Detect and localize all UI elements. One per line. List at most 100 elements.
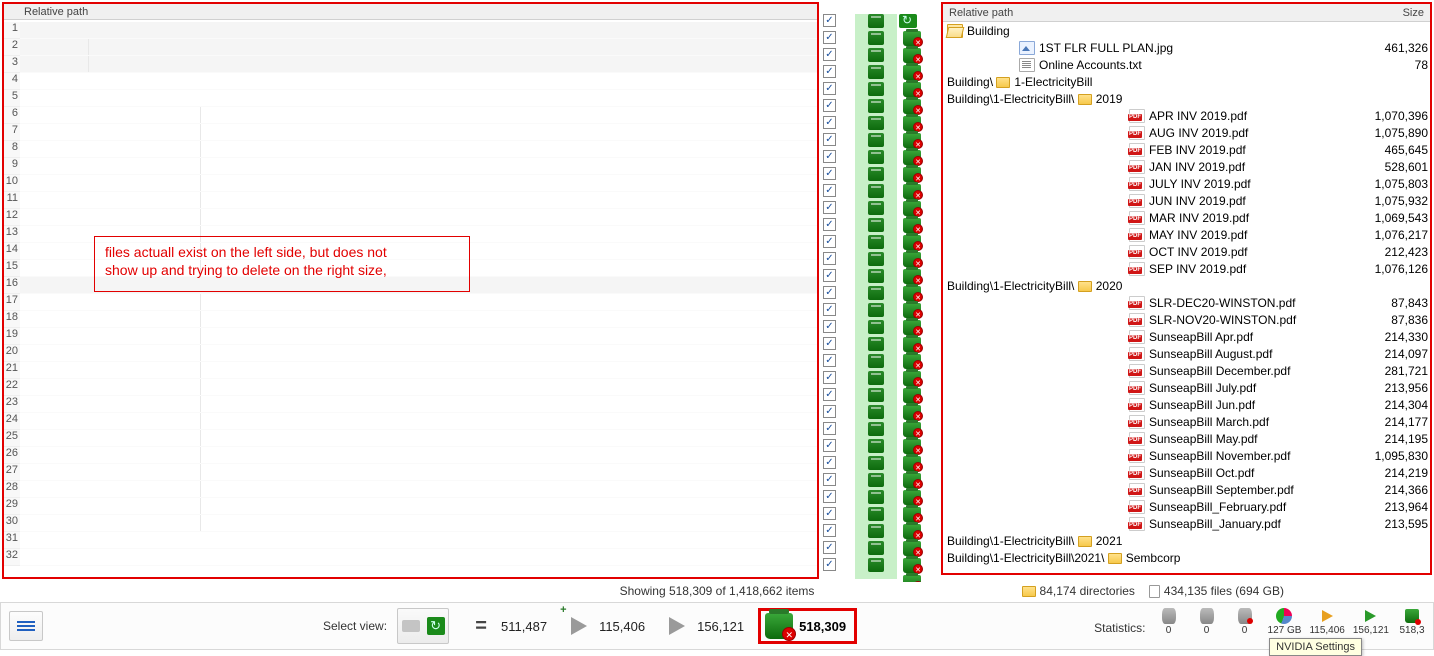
file-row[interactable]: 1ST FLR FULL PLAN.jpg461,326 — [943, 39, 1430, 56]
delete-action-icon[interactable]: ✕ — [903, 167, 921, 182]
row-checkbox[interactable]: ✓ — [823, 235, 836, 248]
row-checkbox[interactable]: ✓ — [823, 218, 836, 231]
file-row[interactable]: MAY INV 2019.pdf1,076,217 — [943, 226, 1430, 243]
file-row[interactable]: AUG INV 2019.pdf1,075,890 — [943, 124, 1430, 141]
row-checkbox[interactable]: ✓ — [823, 286, 836, 299]
row-checkbox[interactable]: ✓ — [823, 269, 836, 282]
left-row[interactable] — [20, 209, 817, 226]
left-grid-body[interactable] — [20, 22, 817, 577]
left-row[interactable] — [20, 175, 817, 192]
filter-equal[interactable]: = 511,487 — [467, 614, 547, 638]
left-row[interactable] — [20, 73, 817, 90]
file-row[interactable]: MAR INV 2019.pdf1,069,543 — [943, 209, 1430, 226]
stat-delete[interactable]: 518,3 — [1397, 607, 1427, 636]
row-checkbox[interactable]: ✓ — [823, 371, 836, 384]
file-row[interactable]: SunseapBill March.pdf214,177 — [943, 413, 1430, 430]
row-checkbox[interactable]: ✓ — [823, 405, 836, 418]
delete-action-icon[interactable]: ✕ — [903, 133, 921, 148]
row-checkbox[interactable]: ✓ — [823, 473, 836, 486]
left-row[interactable] — [20, 56, 817, 73]
left-row[interactable] — [20, 532, 817, 549]
left-column-header[interactable]: Relative path — [4, 4, 817, 20]
row-checkbox[interactable]: ✓ — [823, 388, 836, 401]
delete-action-icon[interactable]: ✕ — [903, 286, 921, 301]
left-row[interactable] — [20, 413, 817, 430]
file-row[interactable]: SunseapBill August.pdf214,097 — [943, 345, 1430, 362]
select-view-toggle[interactable]: ↻ — [397, 608, 449, 644]
folder-row[interactable]: Building\1-ElectricityBill\ 2019 — [943, 90, 1430, 107]
left-row[interactable] — [20, 515, 817, 532]
delete-action-icon[interactable]: ✕ — [903, 490, 921, 505]
row-checkbox[interactable]: ✓ — [823, 48, 836, 61]
stat-copy-new[interactable]: 115,406 — [1309, 607, 1344, 636]
stat-db-2[interactable]: 0 — [1192, 607, 1222, 636]
delete-action-icon[interactable]: ✕ — [903, 48, 921, 63]
stat-db-3[interactable]: 0 — [1230, 607, 1260, 636]
delete-action-icon[interactable]: ✕ — [903, 184, 921, 199]
file-row[interactable]: SunseapBill Oct.pdf214,219 — [943, 464, 1430, 481]
left-row[interactable] — [20, 90, 817, 107]
file-row[interactable]: SunseapBill December.pdf281,721 — [943, 362, 1430, 379]
delete-action-icon[interactable]: ✕ — [903, 269, 921, 284]
delete-action-icon[interactable]: ✕ — [903, 456, 921, 471]
file-row[interactable]: SunseapBill_January.pdf213,595 — [943, 515, 1430, 532]
delete-action-icon[interactable]: ✕ — [903, 235, 921, 250]
row-checkbox[interactable]: ✓ — [823, 354, 836, 367]
row-checkbox[interactable]: ✓ — [823, 116, 836, 129]
file-row[interactable]: JUN INV 2019.pdf1,075,932 — [943, 192, 1430, 209]
folder-row[interactable]: Building — [943, 22, 1430, 39]
row-checkbox[interactable]: ✓ — [823, 303, 836, 316]
left-row[interactable] — [20, 141, 817, 158]
filter-copy-new[interactable]: 115,406 — [565, 614, 645, 638]
left-row[interactable] — [20, 481, 817, 498]
delete-action-icon[interactable]: ✕ — [903, 558, 921, 573]
left-row[interactable] — [20, 447, 817, 464]
left-row[interactable] — [20, 124, 817, 141]
row-checkbox[interactable]: ✓ — [823, 490, 836, 503]
row-checkbox[interactable]: ✓ — [823, 439, 836, 452]
delete-action-icon[interactable]: ✕ — [903, 82, 921, 97]
left-row[interactable] — [20, 39, 817, 56]
left-row[interactable] — [20, 328, 817, 345]
delete-action-icon[interactable]: ✕ — [903, 337, 921, 352]
delete-action-icon[interactable]: ✕ — [903, 116, 921, 131]
delete-action-icon[interactable]: ✕ — [903, 405, 921, 420]
row-checkbox[interactable]: ✓ — [823, 65, 836, 78]
delete-action-icon[interactable]: ✕ — [903, 150, 921, 165]
file-row[interactable]: SunseapBill May.pdf214,195 — [943, 430, 1430, 447]
row-checkbox[interactable]: ✓ — [823, 82, 836, 95]
folder-row[interactable]: Building\1-ElectricityBill\ 2021 — [943, 532, 1430, 549]
left-row[interactable] — [20, 311, 817, 328]
delete-action-icon[interactable]: ✕ — [903, 31, 921, 46]
stat-db-1[interactable]: 0 — [1154, 607, 1184, 636]
row-checkbox[interactable]: ✓ — [823, 14, 836, 27]
row-checkbox[interactable]: ✓ — [823, 456, 836, 469]
file-row[interactable]: SunseapBill_February.pdf213,964 — [943, 498, 1430, 515]
right-column-header[interactable]: Relative path Size — [943, 4, 1430, 22]
file-row[interactable]: OCT INV 2019.pdf212,423 — [943, 243, 1430, 260]
sync-header-icon[interactable] — [899, 14, 917, 28]
delete-action-icon[interactable]: ✕ — [903, 65, 921, 80]
file-row[interactable]: JULY INV 2019.pdf1,075,803 — [943, 175, 1430, 192]
delete-action-icon[interactable]: ✕ — [903, 320, 921, 335]
left-row[interactable] — [20, 362, 817, 379]
row-checkbox[interactable]: ✓ — [823, 99, 836, 112]
file-row[interactable]: Online Accounts.txt78 — [943, 56, 1430, 73]
file-row[interactable]: SLR-NOV20-WINSTON.pdf87,836 — [943, 311, 1430, 328]
row-checkbox[interactable]: ✓ — [823, 507, 836, 520]
left-row[interactable] — [20, 158, 817, 175]
folder-row[interactable]: Building\ 1-ElectricityBill — [943, 73, 1430, 90]
delete-action-icon[interactable]: ✕ — [903, 303, 921, 318]
delete-action-icon[interactable]: ✕ — [903, 439, 921, 454]
row-checkbox[interactable]: ✓ — [823, 524, 836, 537]
delete-action-icon[interactable]: ✕ — [903, 252, 921, 267]
file-row[interactable]: FEB INV 2019.pdf465,645 — [943, 141, 1430, 158]
left-row[interactable] — [20, 464, 817, 481]
delete-action-icon[interactable]: ✕ — [903, 201, 921, 216]
row-checkbox[interactable]: ✓ — [823, 252, 836, 265]
delete-action-icon[interactable]: ✕ — [903, 388, 921, 403]
file-row[interactable]: APR INV 2019.pdf1,070,396 — [943, 107, 1430, 124]
filter-delete-highlighted[interactable]: ✕ 518,309 — [758, 608, 857, 644]
folder-row[interactable]: Building\1-ElectricityBill\ 2020 — [943, 277, 1430, 294]
file-row[interactable]: SunseapBill Apr.pdf214,330 — [943, 328, 1430, 345]
